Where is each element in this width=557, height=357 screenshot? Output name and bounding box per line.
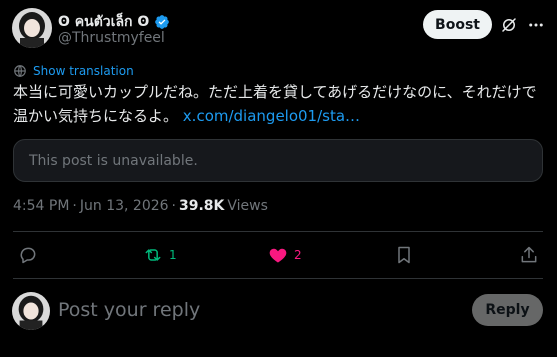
divider [13, 278, 543, 279]
post-date[interactable]: Jun 13, 2026 [80, 198, 169, 214]
repost-count: 1 [169, 248, 177, 262]
post-link[interactable]: x.com/diangelo01/sta… [183, 107, 360, 125]
grok-icon[interactable] [500, 16, 518, 34]
views-count: 39.8K [179, 198, 225, 214]
repost-icon [145, 249, 161, 261]
show-translation-link[interactable]: Show translation [13, 64, 134, 78]
post-meta: 4:54 PM · Jun 13, 2026 · 39.8K Views [13, 198, 268, 214]
share-action[interactable] [519, 245, 539, 265]
heart-icon [269, 248, 287, 263]
like-count: 2 [294, 248, 302, 262]
reply-input[interactable] [58, 296, 448, 324]
post-time[interactable]: 4:54 PM [13, 198, 69, 214]
meta-separator: · [72, 198, 77, 214]
more-icon[interactable] [527, 16, 545, 34]
share-icon [521, 246, 537, 263]
translate-icon [13, 64, 27, 78]
divider [13, 231, 543, 232]
views-label: Views [227, 198, 268, 214]
show-translation-label: Show translation [33, 64, 134, 78]
meta-separator: · [171, 198, 176, 214]
author-handle[interactable]: @Thrustmyfeel [58, 30, 165, 46]
repost-action[interactable]: 1 [143, 245, 177, 265]
quoted-post-unavailable: This post is unavailable. [13, 139, 543, 182]
reply-button[interactable]: Reply [472, 294, 543, 326]
boost-button[interactable]: Boost [423, 10, 492, 39]
bookmark-action[interactable] [394, 245, 414, 265]
reply-icon [20, 247, 36, 264]
reply-avatar [12, 292, 50, 330]
bookmark-icon [398, 246, 410, 264]
verified-badge-icon [154, 14, 170, 30]
post-body: 本当に可愛いカップルだね。ただ上着を貸してあげるだけなのに、それだけで温かい気持… [13, 80, 548, 128]
unavailable-text: This post is unavailable. [29, 152, 198, 169]
author-avatar[interactable] [12, 8, 52, 48]
like-action[interactable]: 2 [268, 245, 302, 265]
reply-action[interactable] [18, 245, 38, 265]
